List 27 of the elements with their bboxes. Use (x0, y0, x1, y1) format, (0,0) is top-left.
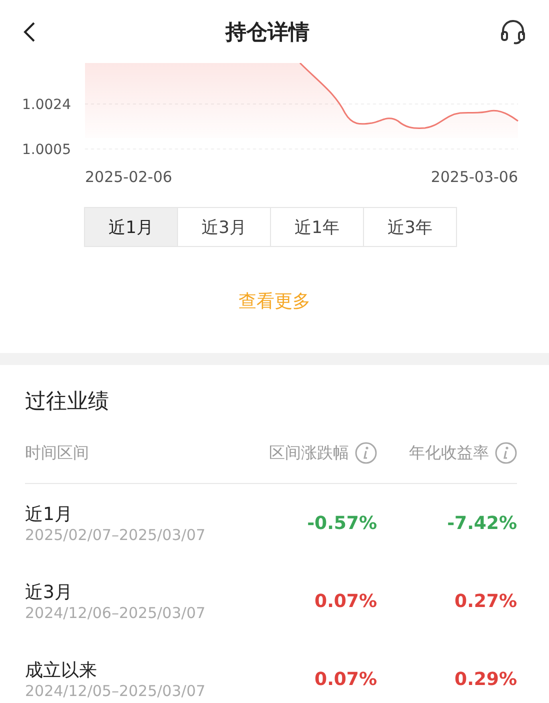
annualized-value: -7.42% (447, 512, 517, 534)
x-axis-label: 2025-02-06 (85, 168, 172, 186)
period-tab[interactable]: 近1月 (84, 207, 178, 247)
period-name: 近1月 (25, 503, 74, 526)
column-header: 年化收益率 (409, 442, 489, 464)
section-title: 过往业绩 (25, 388, 110, 415)
annualized-value: 0.27% (454, 590, 517, 612)
date-range: 2025/02/07–2025/03/07 (25, 526, 206, 544)
y-axis-label: 1.0005 (22, 142, 71, 158)
column-header: 区间涨跌幅 (269, 442, 349, 464)
period-name: 成立以来 (25, 659, 98, 682)
change-value: 0.07% (314, 668, 377, 690)
period-tab[interactable]: 近3年 (363, 207, 457, 247)
page-title: 持仓详情 (226, 18, 310, 46)
y-axis-label: 1.0024 (22, 97, 71, 113)
column-header: 时间区间 (25, 442, 90, 464)
back-icon[interactable] (22, 20, 36, 42)
change-value: 0.07% (314, 590, 377, 612)
x-axis-label: 2025-03-06 (430, 168, 518, 186)
annualized-value: 0.29% (454, 668, 517, 690)
headset-icon[interactable] (499, 18, 527, 44)
period-tab[interactable]: 近1年 (270, 207, 364, 247)
change-value: -0.57% (307, 512, 377, 534)
period-tab[interactable]: 近3月 (177, 207, 271, 247)
date-range: 2024/12/05–2025/03/07 (25, 682, 206, 700)
period-name: 近3月 (25, 581, 74, 604)
date-range: 2024/12/06–2025/03/07 (25, 604, 206, 622)
